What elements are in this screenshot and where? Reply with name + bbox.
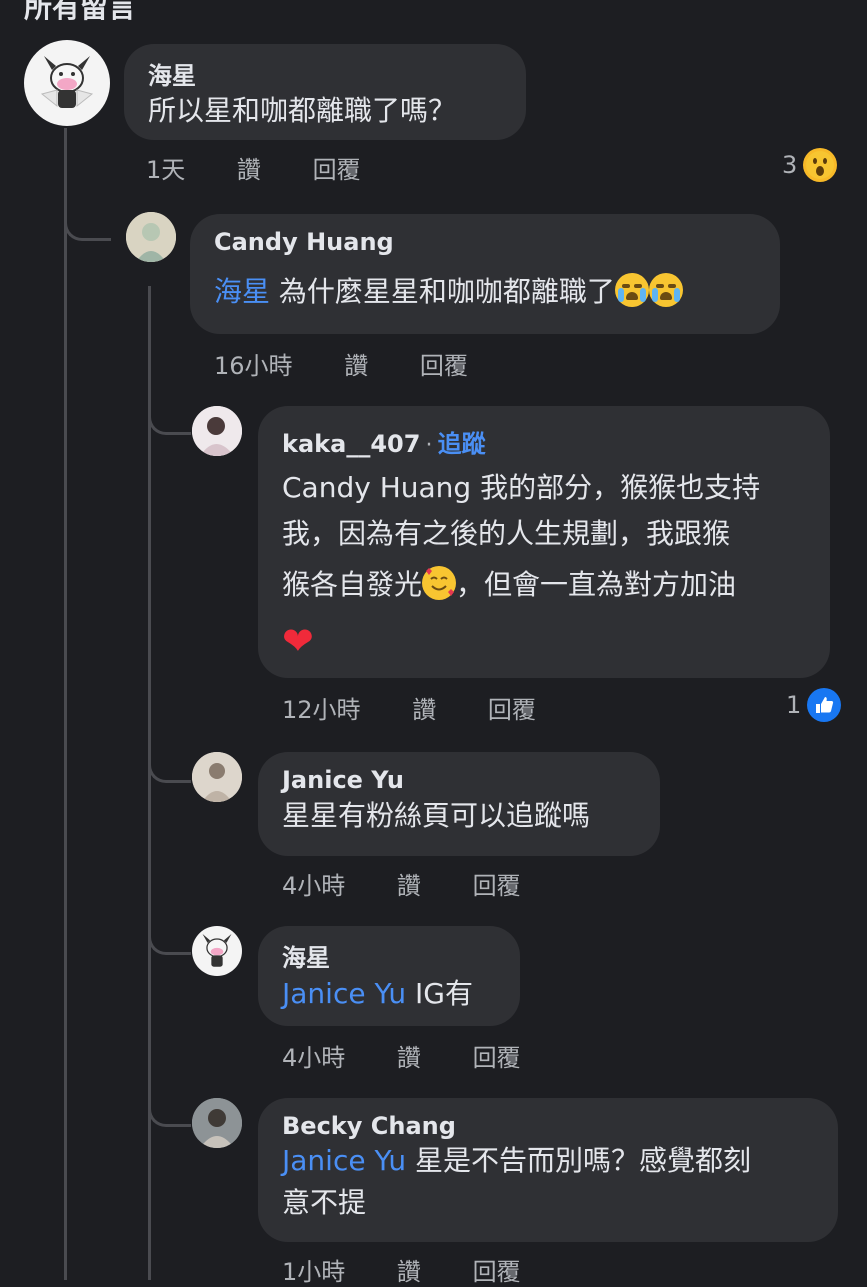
red-heart-icon: ❤ — [282, 619, 314, 663]
comment-text: Candy Huang 我的部分，猴猴也支持 我，因為有之後的人生規劃，我跟猴 … — [282, 465, 806, 673]
comment-actions: 4小時 讚 回覆 — [282, 1038, 565, 1073]
avatar[interactable] — [24, 40, 110, 126]
reply-button[interactable]: 回覆 — [313, 156, 361, 184]
comment-line: 意不提 — [282, 1186, 367, 1219]
cow-avatar-icon — [202, 934, 232, 967]
comment-body: 為什麼星星和咖咖都離職了 — [278, 275, 615, 308]
thread-line — [64, 128, 67, 1280]
comment-line: ❤ — [282, 613, 806, 673]
comment-line: Candy Huang 我的部分，猴猴也支持 — [282, 471, 761, 504]
follow-button[interactable]: 追蹤 — [438, 430, 486, 458]
like-button[interactable]: 讚 — [397, 872, 421, 900]
reaction-summary[interactable]: 3 — [782, 148, 838, 182]
reaction-count: 3 — [782, 151, 798, 179]
comment-line: 我，因為有之後的人生規劃，我跟猴 — [282, 517, 731, 550]
comment-line: 猴各自發光 ，但會一直為對方加油 — [282, 557, 806, 613]
reaction-count: 1 — [786, 691, 802, 719]
comment-author[interactable]: Janice Yu — [282, 766, 636, 794]
comment-body: IG有 — [415, 977, 473, 1010]
reply-button[interactable]: 回覆 — [488, 696, 536, 724]
comment-actions: 12小時 讚 回覆 — [282, 690, 580, 725]
comment-text: Janice Yu IG有 — [282, 973, 496, 1015]
comment-bubble: 海星 Janice Yu IG有 — [258, 926, 520, 1026]
cow-avatar-icon — [40, 56, 94, 108]
user-avatar-icon — [192, 752, 242, 802]
comment-header: kaka__407 · 追蹤 — [282, 424, 806, 459]
thread-connector — [148, 752, 191, 783]
thread-connector — [64, 210, 111, 241]
like-button[interactable]: 讚 — [412, 696, 436, 724]
comment-time: 12小時 — [282, 696, 361, 724]
wow-reaction-icon — [803, 148, 838, 182]
comment-line: Janice Yu 星是不告而別嗎？感覺都刻 — [282, 1140, 814, 1182]
crying-face-icon — [614, 273, 649, 307]
comment-bubble: kaka__407 · 追蹤 Candy Huang 我的部分，猴猴也支持 我，… — [258, 406, 830, 678]
reply-button[interactable]: 回覆 — [473, 1258, 521, 1286]
comment-text: Janice Yu 星是不告而別嗎？感覺都刻 意不提 — [282, 1140, 814, 1224]
like-button[interactable]: 讚 — [344, 352, 368, 380]
comment-bubble: 海星 所以星和咖都離職了嗎？ — [124, 44, 526, 140]
like-button[interactable]: 讚 — [397, 1258, 421, 1286]
comment-time: 1天 — [146, 156, 186, 184]
avatar[interactable] — [192, 926, 242, 976]
comment-text: 海星 為什麼星星和咖咖都離職了 — [214, 268, 756, 316]
reply-button[interactable]: 回覆 — [420, 352, 468, 380]
reply-button[interactable]: 回覆 — [473, 872, 521, 900]
mention-link[interactable]: 海星 — [214, 275, 270, 308]
mention-link[interactable]: Janice Yu — [282, 977, 406, 1010]
separator-dot: · — [425, 433, 433, 458]
comment-time: 4小時 — [282, 1044, 346, 1072]
avatar[interactable] — [192, 1098, 242, 1148]
mention-link[interactable]: Janice Yu — [282, 1144, 406, 1177]
comment-bubble: Becky Chang Janice Yu 星是不告而別嗎？感覺都刻 意不提 — [258, 1098, 838, 1242]
avatar[interactable] — [126, 212, 176, 262]
comment-time: 1小時 — [282, 1258, 346, 1286]
avatar[interactable] — [192, 752, 242, 802]
comment-text: 所以星和咖都離職了嗎？ — [148, 94, 457, 127]
comment-author[interactable]: 海星 — [148, 56, 502, 91]
comment-line-part: ，但會一直為對方加油 — [456, 568, 737, 601]
comment-time: 4小時 — [282, 872, 346, 900]
comment-author[interactable]: Candy Huang — [214, 228, 756, 256]
thread-connector — [148, 924, 191, 955]
section-title: 所有留言 — [24, 0, 137, 24]
thread-connector — [148, 1096, 191, 1127]
smiling-face-with-hearts-icon — [422, 566, 457, 600]
comment-bubble: Candy Huang 海星 為什麼星星和咖咖都離職了 — [190, 214, 780, 334]
reaction-summary[interactable]: 1 — [786, 688, 842, 722]
like-button[interactable]: 讚 — [237, 156, 261, 184]
comment-body: 星是不告而別嗎？感覺都刻 — [415, 1144, 752, 1177]
comment-time: 16小時 — [214, 352, 293, 380]
avatar[interactable] — [192, 406, 242, 456]
like-button[interactable]: 讚 — [397, 1044, 421, 1072]
thread-line — [148, 286, 151, 1280]
comment-author[interactable]: 海星 — [282, 938, 496, 973]
comment-author[interactable]: Becky Chang — [282, 1112, 814, 1140]
user-avatar-icon — [126, 212, 176, 262]
user-avatar-icon — [192, 406, 242, 456]
crying-face-icon — [648, 273, 683, 307]
comment-bubble: Janice Yu 星星有粉絲頁可以追蹤嗎 — [258, 752, 660, 856]
comment-actions: 1天 讚 回覆 — [146, 150, 405, 185]
reply-button[interactable]: 回覆 — [473, 1044, 521, 1072]
comment-actions: 4小時 讚 回覆 — [282, 866, 565, 901]
comment-text: 星星有粉絲頁可以追蹤嗎 — [282, 799, 591, 832]
comment-actions: 1小時 讚 回覆 — [282, 1252, 565, 1287]
user-avatar-icon — [192, 1098, 242, 1148]
comment-author[interactable]: kaka__407 — [282, 430, 420, 458]
comment-actions: 16小時 讚 回覆 — [214, 346, 512, 381]
thread-connector — [148, 404, 191, 435]
comment-line-part: 猴各自發光 — [282, 568, 423, 601]
like-reaction-icon — [807, 688, 842, 722]
